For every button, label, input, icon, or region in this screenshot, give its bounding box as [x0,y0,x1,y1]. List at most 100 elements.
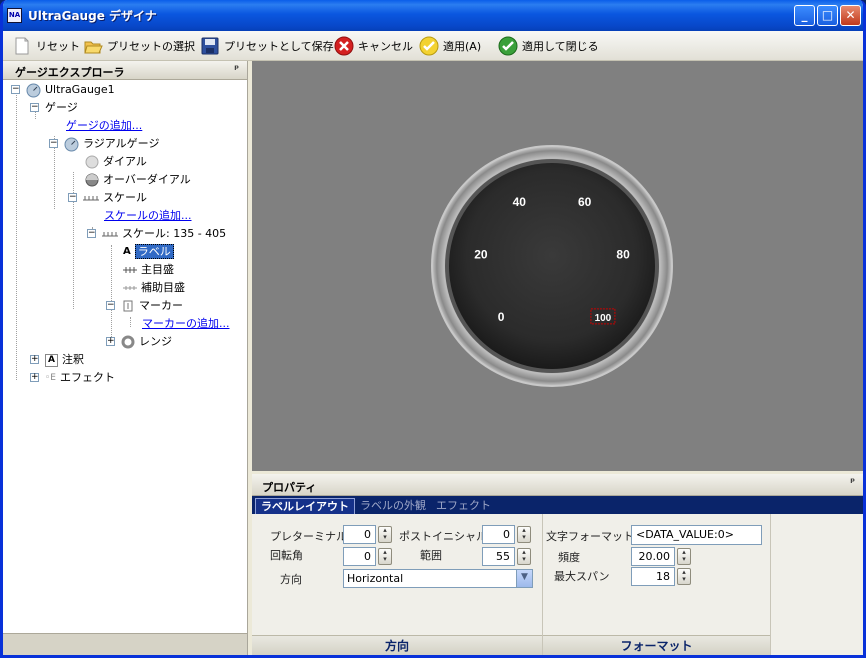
gauge-label-60[interactable]: 60 [578,195,592,209]
tree-node-minor-ticks[interactable]: 補助目盛 [123,280,185,296]
collapse-toggle[interactable]: − [68,193,77,202]
select-preset-label: プリセットの選択 [107,40,195,53]
effect-icon: ◦E [45,373,56,383]
tree-label-scale-item: スケール: 135 - 405 [122,227,227,240]
gauge-explorer-panel: ゲージエクスプローラ ᵖ − UltraGauge1 − ゲージ ゲージの追加.… [3,61,248,655]
collapse-toggle[interactable]: − [87,229,96,238]
add-gauge-link[interactable]: ゲージの追加... [66,119,142,132]
format-label: 文字フォーマット [546,530,634,543]
tree-node-effects[interactable]: + ◦E エフェクト [30,370,115,386]
collapse-toggle[interactable]: − [30,103,39,112]
postinitial-label: ポストイニシャル [399,530,487,543]
select-preset-button[interactable]: プリセットの選択 [83,35,195,57]
gauge-label-0[interactable]: 0 [498,310,505,324]
rotation-spinner[interactable]: ▴ ▾ [378,548,392,565]
save-as-preset-label: プリセットとして保存 [224,40,334,53]
apply-close-check-icon [498,36,518,56]
format-footer: フォーマット [543,635,770,655]
apply-label: 適用(A) [443,40,482,53]
postinitial-input[interactable]: 0 [482,525,515,544]
gauge-preview-canvas[interactable]: 0 20 40 60 80 100 [252,61,863,471]
explorer-title: ゲージエクスプローラ [15,66,125,79]
gauge-label-20[interactable]: 20 [474,248,488,262]
tree-label-minor-ticks: 補助目盛 [141,281,185,294]
explorer-header: ゲージエクスプローラ ᵖ [3,61,247,80]
rotation-input[interactable]: 0 [343,547,376,566]
frequency-input[interactable]: 20.00 [631,547,675,566]
tree-label-gauges: ゲージ [45,101,78,114]
tree-label-ranges: レンジ [139,335,172,348]
tree-label-root: UltraGauge1 [45,83,115,96]
tree-label-effects: エフェクト [60,371,115,384]
orientation-select[interactable]: Horizontal ▼ [343,569,533,588]
cancel-button[interactable]: キャンセル [334,35,413,57]
radial-gauge-icon [64,137,79,151]
pin-icon[interactable]: ᵖ [850,477,855,488]
expand-toggle[interactable]: + [106,337,115,346]
tree-node-ranges[interactable]: + レンジ [106,334,172,350]
tree-node-radial-gauge[interactable]: − ラジアルゲージ [49,136,159,152]
save-as-preset-button[interactable]: プリセットとして保存 [200,35,334,57]
tab-label-appearance[interactable]: ラベルの外観 [355,498,431,514]
tree-node-markers[interactable]: − マーカー [106,298,183,314]
range-spinner[interactable]: ▴ ▾ [517,548,531,565]
tree-label-scales: スケール [103,191,147,204]
gauge-label-80[interactable]: 80 [616,248,630,262]
expand-toggle[interactable]: + [30,355,39,364]
tree-node-major-ticks[interactable]: 主目盛 [123,262,174,278]
maximize-button[interactable]: □ [817,5,838,26]
add-marker-link[interactable]: マーカーの追加... [142,317,230,330]
postinitial-spinner[interactable]: ▴ ▾ [517,526,531,543]
pin-icon[interactable]: ᵖ [234,64,239,75]
max-span-spinner[interactable]: ▴ ▾ [677,568,691,585]
tree-node-root[interactable]: − UltraGauge1 [11,82,115,98]
gauge-preview: 0 20 40 60 80 100 [431,145,673,387]
properties-body: プレターミナル 0 ▴ ▾ ポストイニシャル 0 ▴ ▾ 回転角 0 ▴ ▾ 範囲 5… [252,514,863,655]
tree-node-scale-item[interactable]: − スケール: 135 - 405 [87,226,226,242]
reset-label: リセット [36,40,80,53]
close-button[interactable]: ✕ [840,5,861,26]
tree-node-add-scale[interactable]: スケールの追加... [104,208,192,224]
preterminal-label: プレターミナル [270,530,347,543]
cancel-x-icon [334,36,354,56]
reset-button[interactable]: リセット [12,35,80,57]
range-label: 範囲 [420,549,442,562]
tree-node-add-gauge[interactable]: ゲージの追加... [66,118,142,134]
range-icon [121,335,135,349]
tree-node-gauges[interactable]: − ゲージ [30,100,78,116]
tab-effects[interactable]: エフェクト [431,498,496,514]
window-title: UltraGauge デザイナ [28,9,157,23]
title-bar[interactable]: NA UltraGauge デザイナ _ □ ✕ [3,0,863,31]
annotation-icon: A [45,353,58,367]
collapse-toggle[interactable]: − [11,85,20,94]
tree-node-over-dial[interactable]: オーバーダイアル [85,172,191,188]
app-icon: NA [7,8,22,23]
apply-close-button[interactable]: 適用して閉じる [498,35,599,57]
add-scale-link[interactable]: スケールの追加... [104,209,192,222]
explorer-tree: − UltraGauge1 − ゲージ ゲージの追加... − ラジアルゲージ … [3,80,247,630]
gauge-label-40[interactable]: 40 [513,195,527,209]
preterminal-spinner[interactable]: ▴ ▾ [378,526,392,543]
tree-node-scales[interactable]: − スケール [68,190,147,206]
apply-check-icon [419,36,439,56]
tree-node-labels[interactable]: A ラベル [123,244,174,260]
expand-toggle[interactable]: + [30,373,39,382]
tree-node-add-marker[interactable]: マーカーの追加... [142,316,230,332]
preterminal-input[interactable]: 0 [343,525,376,544]
apply-button[interactable]: 適用(A) [419,35,481,57]
frequency-spinner[interactable]: ▴ ▾ [677,548,691,565]
tree-node-dial[interactable]: ダイアル [85,154,147,170]
gauge-label-100[interactable]: 100 [595,313,612,324]
properties-tabs: ラベルレイアウト ラベルの外観 エフェクト [252,496,863,514]
tab-label-layout[interactable]: ラベルレイアウト [255,498,355,514]
collapse-toggle[interactable]: − [49,139,58,148]
tree-node-annotations[interactable]: + A 注釈 [30,352,84,368]
apply-close-label: 適用して閉じる [522,40,599,53]
marker-icon [123,300,133,312]
format-input[interactable]: <DATA_VALUE:0> [631,525,762,545]
collapse-toggle[interactable]: − [106,301,115,310]
chevron-down-icon[interactable]: ▼ [516,570,532,587]
range-input[interactable]: 55 [482,547,515,566]
minimize-button[interactable]: _ [794,5,815,26]
max-span-input[interactable]: 18 [631,567,675,586]
